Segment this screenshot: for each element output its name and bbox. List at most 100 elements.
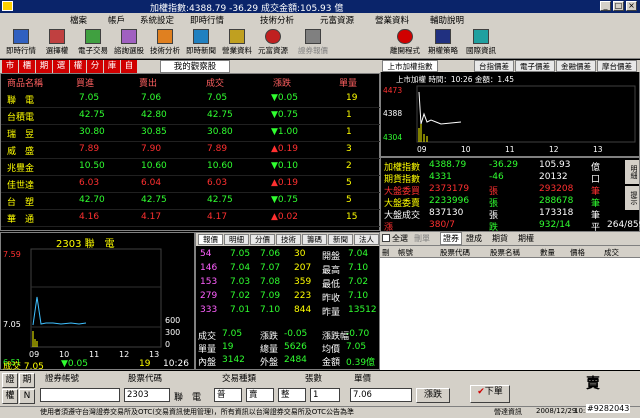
index-time-tick: 10 (461, 145, 471, 154)
toolbar-securities-button[interactable]: 證券報價 (296, 29, 330, 58)
tab-elec-spread[interactable]: 電子價差 (515, 60, 555, 72)
side-tab-detail[interactable]: 明細 (625, 160, 639, 184)
tab-market[interactable]: 市 (2, 60, 18, 73)
menu-technical[interactable]: 技術分析 (260, 14, 294, 26)
toolbar-exit-button[interactable]: 離開程式 (388, 29, 422, 58)
summary-cell: 288678 (539, 196, 574, 206)
summary-cell: 264/859 (607, 220, 640, 230)
tab-fin-spread[interactable]: 金融價差 (556, 60, 596, 72)
summary-value: 2484 (284, 355, 307, 365)
account-field[interactable] (40, 388, 120, 402)
info-tab[interactable]: 技術 (276, 234, 301, 245)
info-tab[interactable]: 分價 (250, 234, 275, 245)
menu-quotes[interactable]: 即時行情 (190, 14, 224, 26)
tab-options-orders[interactable]: 期權 (518, 233, 534, 244)
tab-category[interactable]: 分 (87, 60, 103, 73)
stat-label: 昨量 (322, 308, 341, 318)
table-row[interactable]: 佳世達 6.03 6.04 6.03 ▲0.19 5 (1, 176, 381, 193)
toolbar-business-button[interactable]: 營業資料 (220, 29, 254, 58)
trade-type-select[interactable]: 普 (214, 388, 242, 402)
table-row[interactable]: 台積電 42.75 42.80 42.75 ▼0.75 1 (1, 108, 381, 125)
tab-taiex-spread[interactable]: 台指價差 (474, 60, 514, 72)
limit-button[interactable]: 漲跌 (416, 388, 450, 403)
tab-futures[interactable]: 期 (36, 60, 52, 73)
side-select[interactable]: 賣 (246, 388, 274, 402)
tab-futures-orders[interactable]: 期貨 (492, 233, 508, 244)
summary-value: 0.39億 (346, 358, 376, 368)
tab-my-watchlist[interactable]: 我的觀察股 (160, 60, 230, 73)
mode-n-button[interactable]: N (19, 389, 35, 404)
volume-cell: 2 (346, 161, 352, 171)
tab-custom[interactable]: 自 (121, 60, 137, 73)
tab-otc[interactable]: 櫃 (19, 60, 35, 73)
maximize-button[interactable]: □ (613, 1, 624, 11)
info-tab[interactable]: 明細 (224, 234, 249, 245)
table-row[interactable]: 兆豐金 10.50 10.60 10.60 ▼0.10 2 (1, 159, 381, 176)
side-tab-alert[interactable]: 提示 (625, 186, 639, 210)
stock-code-field[interactable]: 2303 (124, 388, 170, 402)
time-tick: 11 (89, 350, 99, 359)
index-dropdown[interactable]: 上市加權指數 (382, 60, 438, 72)
ask-price: 7.09 (260, 291, 281, 301)
qty-field[interactable]: 1 (310, 388, 340, 402)
quote-table: 商品名稱 買進 賣出 成交 漲跌 單量 聯 電 7.05 7.06 7.05 ▼0.05… (0, 73, 381, 231)
info-tab[interactable]: 新聞 (328, 234, 353, 245)
bid-price: 7.03 (230, 277, 251, 287)
table-row[interactable]: 台 塑 42.70 42.75 42.75 ▼0.75 5 (1, 193, 381, 210)
ask-cell: 7.90 (141, 144, 162, 154)
select-all-checkbox[interactable] (382, 234, 390, 242)
market-summary: 加權指數 4388.79 -36.29 105.93 億期貨指數 4331 -46 20132… (380, 157, 640, 233)
table-row[interactable]: 瑞 昱 30.80 30.85 30.80 ▼1.00 1 (1, 125, 381, 142)
tab-warrants[interactable]: 權 (70, 60, 86, 73)
tab-stock-fills[interactable]: 證成 (466, 233, 482, 244)
mode-warrant-button[interactable]: 權 (2, 389, 18, 404)
tab-stock-orders[interactable]: 證券 (440, 232, 462, 245)
delete-order-button[interactable]: 刪單 (414, 233, 430, 244)
toolbar-options-button[interactable]: 選擇權 (40, 29, 74, 58)
table-row[interactable]: 威 盛 7.89 7.90 7.89 ▲0.19 3 (1, 142, 381, 159)
info-tab[interactable]: 法人 (354, 234, 379, 245)
submit-order-button[interactable]: ✔下單 (470, 385, 510, 403)
menu-account[interactable]: 帳戶 (108, 14, 125, 26)
table-row[interactable]: 聯 電 7.05 7.06 7.05 ▼0.05 19 (1, 91, 381, 108)
toolbar-screener-button[interactable]: 諮詢選股 (112, 29, 146, 58)
toolbar-news-button[interactable]: 即時新聞 (184, 29, 218, 58)
change-cell: ▼0.75 (271, 110, 298, 120)
ask-cell: 30.85 (141, 127, 167, 137)
summary-cell: 20132 (539, 172, 568, 182)
menu-help[interactable]: 輔助說明 (430, 14, 464, 26)
menu-file[interactable]: 檔案 (70, 14, 87, 26)
ask-price: 7.07 (260, 263, 281, 273)
tab-options[interactable]: 選 (53, 60, 69, 73)
index-time-tick: 11 (505, 145, 515, 154)
table-row[interactable]: 華 通 4.16 4.17 4.17 ▲0.02 15 (1, 210, 381, 227)
change-cell: ▼0.75 (271, 195, 298, 205)
change-cell: ▼0.05 (271, 93, 298, 103)
summary-cell: 4388.79 (429, 160, 467, 170)
toolbar-strategy-button[interactable]: 期權策略 (426, 29, 460, 58)
toolbar-resources-button[interactable]: 元富資源 (256, 29, 290, 58)
menu-settings[interactable]: 系統設定 (140, 14, 174, 26)
time-tick: 13 (149, 350, 159, 359)
menu-business[interactable]: 營業資料 (375, 14, 409, 26)
tab-portfolio[interactable]: 庫 (104, 60, 120, 73)
toolbar-global-button[interactable]: 國際資訊 (464, 29, 498, 58)
info-tab[interactable]: 籌碼 (302, 234, 327, 245)
order-col-header: 數量 (540, 248, 555, 257)
toolbar-quotes-button[interactable]: 即時行情 (4, 29, 38, 58)
change-cell: ▲0.02 (271, 212, 298, 222)
ask-qty: 844 (294, 305, 312, 315)
summary-label: 漲跌幅 (322, 332, 350, 342)
toolbar-technical-button[interactable]: 技術分析 (148, 29, 182, 58)
price-field[interactable]: 7.06 (350, 388, 412, 402)
info-tab[interactable]: 報價 (198, 234, 223, 245)
menu-resources[interactable]: 元富資源 (320, 14, 354, 26)
mode-futures-button[interactable]: 期 (19, 373, 35, 388)
close-button[interactable]: × (626, 1, 637, 11)
tab-msci-spread[interactable]: 摩台價差 (597, 60, 637, 72)
minimize-button[interactable]: _ (600, 1, 611, 11)
stat-value: 7.04 (348, 249, 369, 259)
lot-select[interactable]: 整 (278, 388, 306, 402)
toolbar-etrade-button[interactable]: 電子交易 (76, 29, 110, 58)
mode-stock-button[interactable]: 證 (2, 373, 18, 388)
